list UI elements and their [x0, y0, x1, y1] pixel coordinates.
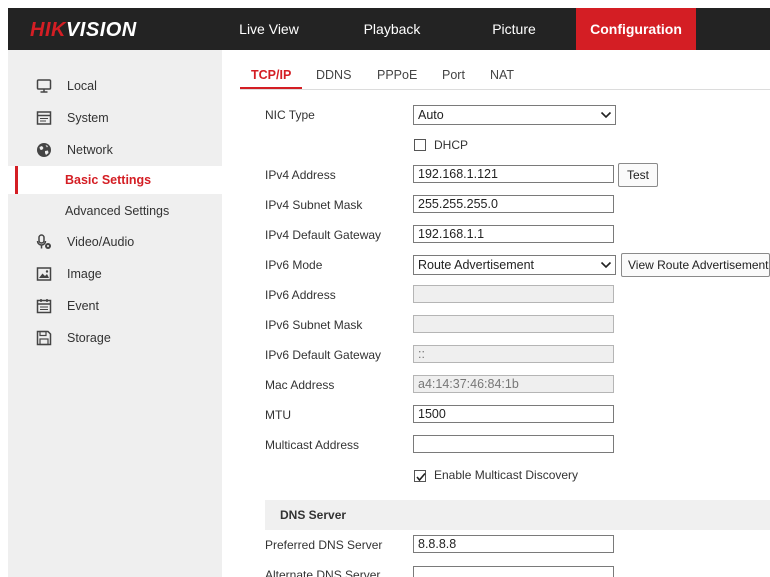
- sidebar-item-local[interactable]: Local: [8, 71, 222, 101]
- logo-part-red: HIK: [30, 19, 66, 41]
- sidebar-item-advanced-settings[interactable]: Advanced Settings: [8, 197, 222, 225]
- mac-address-input: a4:14:37:46:84:1b: [413, 375, 614, 393]
- tab-tcpip[interactable]: TCP/IP: [251, 68, 291, 88]
- dns-server-heading: DNS Server: [280, 508, 347, 522]
- multicast-address-input[interactable]: [413, 435, 614, 453]
- dns-server-section-header: DNS Server: [265, 500, 770, 530]
- tab-nat[interactable]: NAT: [490, 68, 514, 88]
- tab-divider: [240, 89, 770, 90]
- ipv6-gateway-input: ::: [413, 345, 614, 363]
- sidebar-label-system: System: [67, 111, 109, 125]
- globe-icon: [37, 143, 51, 157]
- image-icon: [36, 267, 52, 281]
- sidebar-item-system[interactable]: System: [8, 103, 222, 133]
- sidebar-label-event: Event: [67, 299, 99, 313]
- sidebar-label-storage: Storage: [67, 331, 111, 345]
- ipv4-gateway-label: IPv4 Default Gateway: [265, 228, 382, 242]
- tab-port[interactable]: Port: [442, 68, 465, 88]
- nav-playback[interactable]: Playback: [338, 8, 446, 50]
- alternate-dns-input[interactable]: [413, 566, 614, 577]
- ipv6-subnet-mask-label: IPv6 Subnet Mask: [265, 318, 363, 332]
- ipv4-gateway-input[interactable]: 192.168.1.1: [413, 225, 614, 243]
- test-button[interactable]: Test: [618, 163, 659, 187]
- sidebar-label-basic-settings: Basic Settings: [65, 173, 152, 187]
- alternate-dns-label: Alternate DNS Server: [265, 568, 381, 577]
- hikvision-logo: HIKVISION: [30, 19, 137, 42]
- multicast-discovery-label: Enable Multicast Discovery: [434, 468, 579, 482]
- nic-type-label: NIC Type: [265, 108, 315, 122]
- ipv4-subnet-mask-input[interactable]: 255.255.255.0: [413, 195, 614, 213]
- sidebar-item-basic-settings[interactable]: Basic Settings: [8, 166, 222, 194]
- logo-part-white: VISION: [65, 19, 137, 41]
- sidebar-item-storage[interactable]: Storage: [8, 323, 222, 353]
- sidebar-item-video-audio[interactable]: Video/Audio: [8, 227, 222, 257]
- ipv4-address-input[interactable]: 192.168.1.121: [413, 165, 614, 183]
- mtu-input[interactable]: 1500: [413, 405, 614, 423]
- tab-ddns[interactable]: DDNS: [316, 68, 351, 88]
- system-window-icon: [36, 111, 52, 125]
- multicast-address-label: Multicast Address: [265, 438, 360, 452]
- ipv6-gateway-label: IPv6 Default Gateway: [265, 348, 382, 362]
- sidebar-label-network: Network: [67, 143, 113, 157]
- sidebar-item-event[interactable]: Event: [8, 291, 222, 321]
- top-navigation-bar: HIKVISION Live View Playback Picture Con…: [8, 8, 770, 50]
- nic-type-select[interactable]: Auto: [413, 105, 616, 125]
- checkmark-icon: [416, 472, 426, 482]
- sidebar-label-advanced-settings: Advanced Settings: [65, 204, 170, 218]
- nav-live-view[interactable]: Live View: [216, 8, 322, 50]
- dhcp-label: DHCP: [434, 138, 469, 152]
- chevron-down-icon: [600, 261, 612, 269]
- ipv4-address-label: IPv4 Address: [265, 168, 336, 182]
- sidebar-item-network[interactable]: Network: [8, 135, 222, 165]
- nav-picture[interactable]: Picture: [462, 8, 566, 50]
- dhcp-checkbox[interactable]: [414, 139, 426, 151]
- ipv6-address-label: IPv6 Address: [265, 288, 336, 302]
- microphone-icon: [36, 234, 51, 249]
- sidebar-label-local: Local: [67, 79, 97, 93]
- monitor-icon: [36, 79, 52, 93]
- sidebar-label-image: Image: [67, 267, 102, 281]
- ipv6-mode-value: Route Advertisement: [418, 258, 535, 272]
- chevron-down-icon: [600, 111, 612, 119]
- sidebar-label-video-audio: Video/Audio: [67, 235, 135, 249]
- ipv4-subnet-mask-label: IPv4 Subnet Mask: [265, 198, 363, 212]
- nic-type-value: Auto: [418, 108, 444, 122]
- mac-address-label: Mac Address: [265, 378, 335, 392]
- mtu-label: MTU: [265, 408, 291, 422]
- ipv6-mode-label: IPv6 Mode: [265, 258, 323, 272]
- ipv6-address-input: [413, 285, 614, 303]
- ipv6-subnet-mask-input: [413, 315, 614, 333]
- preferred-dns-input[interactable]: 8.8.8.8: [413, 535, 614, 553]
- floppy-disk-icon: [36, 330, 52, 346]
- view-route-advertisement-button[interactable]: View Route Advertisement: [621, 253, 770, 277]
- multicast-discovery-checkbox[interactable]: [414, 470, 426, 482]
- sidebar-item-image[interactable]: Image: [8, 259, 222, 289]
- ipv6-mode-select[interactable]: Route Advertisement: [413, 255, 616, 275]
- preferred-dns-label: Preferred DNS Server: [265, 538, 383, 552]
- tab-pppoe[interactable]: PPPoE: [377, 68, 417, 88]
- sidebar: Local System Network Basic Settings Adva…: [8, 50, 222, 577]
- nav-configuration[interactable]: Configuration: [576, 8, 696, 50]
- calendar-icon: [36, 299, 52, 314]
